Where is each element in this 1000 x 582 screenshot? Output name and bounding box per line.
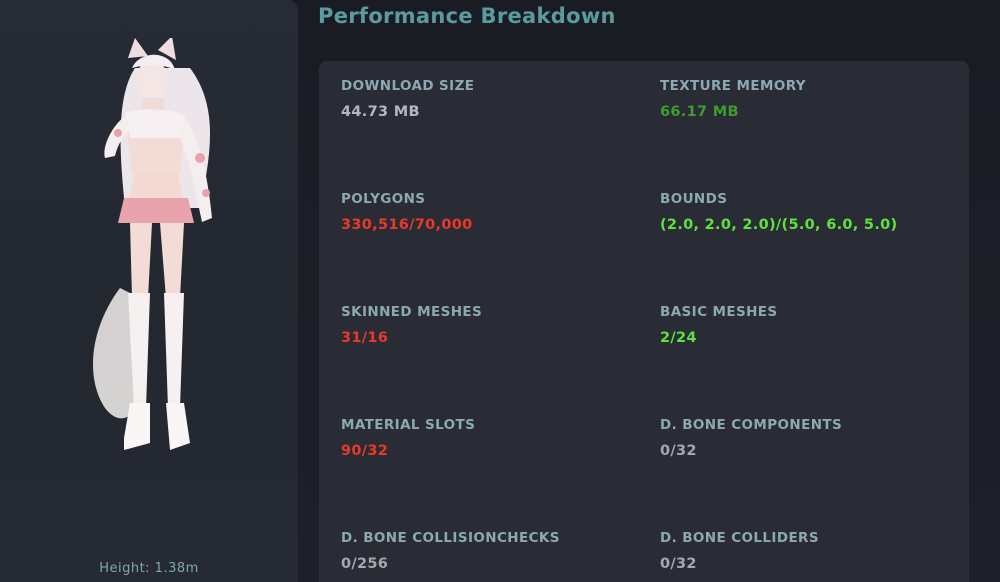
stat-texture-memory: TEXTURE MEMORY 66.17 MB [660, 78, 960, 120]
stat-value: 31/16 [341, 330, 389, 346]
stat-value: 330,516/70,000 [341, 217, 473, 233]
performance-stats-card: DOWNLOAD SIZE 44.73 MB TEXTURE MEMORY 66… [319, 61, 969, 582]
stat-value: 66.17 MB [660, 104, 739, 120]
stat-skinned-meshes: SKINNED MESHES 31/16 [341, 304, 641, 346]
stat-value: 44.73 MB [341, 104, 420, 120]
stat-dynamic-bone-collision-checks: D. BONE COLLISIONCHECKS 0/256 [341, 530, 641, 572]
stat-value: 0/32 [660, 443, 697, 459]
stat-value: (2.0, 2.0, 2.0)/(5.0, 6.0, 5.0) [660, 217, 898, 233]
stat-label: POLYGONS [341, 191, 426, 207]
avatar-model-image [93, 38, 212, 450]
stat-dynamic-bone-components: D. BONE COMPONENTS 0/32 [660, 417, 960, 459]
stat-value: 90/32 [341, 443, 389, 459]
avatar-height-label: Height: 1.38m [99, 561, 199, 576]
stat-label: TEXTURE MEMORY [660, 78, 806, 94]
stat-label: BOUNDS [660, 191, 728, 207]
stat-download-size: DOWNLOAD SIZE 44.73 MB [341, 78, 641, 120]
stat-label: DOWNLOAD SIZE [341, 78, 475, 94]
page-title: Performance Breakdown [318, 4, 616, 28]
stat-label: SKINNED MESHES [341, 304, 483, 320]
performance-screen: Height: 1.38m Performance Breakdown DOWN… [0, 0, 1000, 582]
stat-value: 0/32 [660, 556, 697, 572]
stat-label: BASIC MESHES [660, 304, 778, 320]
stat-label: MATERIAL SLOTS [341, 417, 476, 433]
stat-material-slots: MATERIAL SLOTS 90/32 [341, 417, 641, 459]
stat-dynamic-bone-colliders: D. BONE COLLIDERS 0/32 [660, 530, 960, 572]
stat-label: D. BONE COMPONENTS [660, 417, 843, 433]
stat-label: D. BONE COLLIDERS [660, 530, 819, 546]
stat-polygons: POLYGONS 330,516/70,000 [341, 191, 641, 233]
stat-value: 0/256 [341, 556, 389, 572]
avatar-preview-panel: Height: 1.38m [0, 0, 298, 582]
stat-value: 2/24 [660, 330, 697, 346]
stat-bounds: BOUNDS (2.0, 2.0, 2.0)/(5.0, 6.0, 5.0) [660, 191, 960, 233]
stat-basic-meshes: BASIC MESHES 2/24 [660, 304, 960, 346]
stat-label: D. BONE COLLISIONCHECKS [341, 530, 560, 546]
